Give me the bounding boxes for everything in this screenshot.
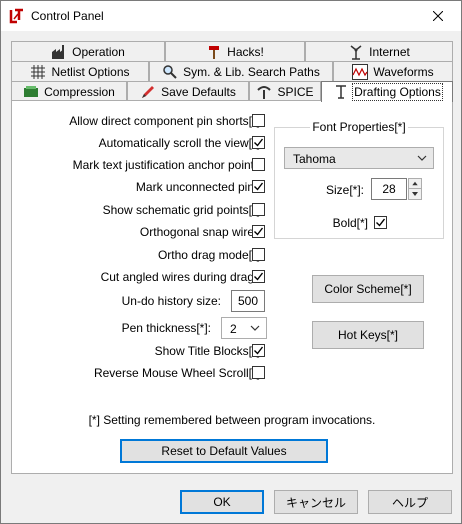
tab-hacks[interactable]: Hacks! — [165, 41, 305, 61]
tab-internet[interactable]: Internet — [305, 41, 453, 61]
waveform-icon — [352, 63, 369, 80]
option-label: Show schematic grid points[*] — [102, 203, 260, 217]
ok-label: OK — [213, 495, 231, 509]
tab-label: Sym. & Lib. Search Paths — [183, 64, 320, 79]
tab-label: Operation — [72, 44, 125, 59]
tab-label: SPICE — [277, 84, 314, 99]
tab-label: Internet — [369, 44, 410, 59]
tab-strip: Operation Hacks! Internet Netlist Option… — [11, 41, 453, 102]
font-size-spinner[interactable] — [408, 178, 422, 200]
option-label: Automatically scroll the view[*] — [98, 136, 260, 150]
reset-defaults-label: Reset to Default Values — [161, 444, 287, 458]
checkbox-reverse-wheel[interactable] — [252, 366, 265, 379]
checkmark-icon — [376, 218, 386, 227]
checkbox-show-grid-points[interactable] — [252, 203, 265, 216]
hot-keys-label: Hot Keys[*] — [337, 328, 399, 342]
option-label: Orthogonal snap wires — [139, 225, 260, 239]
option-label: Mark text justification anchor points — [72, 158, 260, 172]
option-label: Show Title Blocks[*] — [154, 344, 260, 358]
option-label: Cut angled wires during drags — [100, 270, 260, 284]
font-size-label: Size[*]: — [325, 183, 364, 197]
checkbox-auto-scroll[interactable] — [252, 136, 265, 149]
tab-label: Waveforms — [373, 64, 434, 79]
font-family-value: Tahoma — [293, 152, 336, 166]
control-panel-window: Control Panel Operation Hacks! Internet … — [0, 0, 462, 524]
spin-up-icon — [409, 181, 421, 189]
tab-compression[interactable]: Compression — [11, 81, 127, 101]
checkmark-icon — [254, 138, 264, 147]
chevron-down-icon — [250, 325, 260, 331]
undo-history-input[interactable]: 500 — [231, 290, 265, 312]
option-label: Allow direct component pin shorts[*] — [69, 114, 260, 128]
pen-thickness-value: 2 — [230, 322, 237, 336]
pencil-icon — [142, 85, 155, 98]
color-scheme-label: Color Scheme[*] — [324, 282, 412, 296]
help-button[interactable]: ヘルプ — [368, 490, 452, 514]
tab-waveforms[interactable]: Waveforms — [333, 61, 453, 81]
font-properties-title: Font Properties[*] — [310, 120, 408, 134]
close-button[interactable] — [415, 1, 461, 31]
tab-label: Compression — [44, 84, 115, 99]
font-size-value: 28 — [382, 182, 396, 196]
tab-label: Drafting Options — [352, 83, 443, 101]
tab-search-paths[interactable]: Sym. & Lib. Search Paths — [149, 61, 333, 81]
reset-defaults-button[interactable]: Reset to Default Values — [120, 439, 328, 463]
cancel-label: キャンセル — [285, 495, 346, 510]
undo-history-value: 500 — [237, 294, 259, 308]
font-family-select[interactable]: Tahoma — [284, 147, 434, 169]
tab-operation[interactable]: Operation — [11, 41, 165, 61]
tab-drafting-options[interactable]: Drafting Options — [321, 81, 453, 102]
spice-icon — [257, 85, 272, 99]
option-label: Mark unconnected pins — [135, 180, 260, 194]
tab-label: Netlist Options — [51, 64, 130, 79]
checkmark-icon — [254, 346, 264, 355]
undo-history-label: Un-do history size: — [121, 294, 221, 308]
font-properties-group: Font Properties[*] Tahoma Size[*]: 28 Bo… — [274, 120, 444, 239]
antenna-icon — [350, 44, 362, 60]
ltspice-logo-icon — [9, 8, 25, 24]
checkbox-orthogonal-snap[interactable] — [252, 225, 265, 238]
magnifier-icon — [163, 64, 177, 79]
drafting-options-panel: Allow direct component pin shorts[*] Aut… — [11, 100, 453, 474]
cancel-button[interactable]: キャンセル — [274, 490, 358, 514]
compression-icon — [24, 85, 39, 97]
window-title: Control Panel — [31, 9, 104, 23]
checkmark-icon — [254, 272, 264, 281]
checkmark-icon — [254, 227, 264, 236]
chevron-down-icon — [417, 155, 427, 161]
color-scheme-button[interactable]: Color Scheme[*] — [312, 275, 424, 303]
close-icon — [433, 11, 443, 21]
tab-label: Save Defaults — [161, 84, 236, 99]
checkbox-ortho-drag[interactable] — [252, 248, 265, 261]
ok-button[interactable]: OK — [180, 490, 264, 514]
checkbox-cut-angled-wires[interactable] — [252, 270, 265, 283]
checkbox-show-title-blocks[interactable] — [252, 344, 265, 357]
pen-thickness-label: Pen thickness[*]: — [121, 321, 211, 335]
pen-thickness-select[interactable]: 2 — [221, 317, 267, 339]
hammer-icon — [209, 45, 220, 59]
factory-icon — [52, 44, 65, 59]
checkmark-icon — [254, 182, 264, 191]
font-size-input[interactable]: 28 — [371, 178, 407, 200]
tab-spice[interactable]: SPICE — [249, 81, 321, 101]
checkbox-mark-unconnected-pins[interactable] — [252, 180, 265, 193]
drafting-icon — [336, 85, 347, 99]
checkbox-allow-pin-shorts[interactable] — [252, 114, 265, 127]
checkbox-bold[interactable] — [374, 216, 387, 229]
spin-down-icon — [412, 192, 418, 196]
option-label: Reverse Mouse Wheel Scroll[*] — [93, 366, 260, 380]
tab-netlist-options[interactable]: Netlist Options — [11, 61, 149, 81]
title-bar: Control Panel — [1, 1, 461, 31]
hot-keys-button[interactable]: Hot Keys[*] — [312, 321, 424, 349]
help-label: ヘルプ — [391, 495, 428, 510]
grid-icon — [31, 64, 46, 79]
bold-label: Bold[*] — [332, 216, 368, 230]
settings-note: [*] Setting remembered between program i… — [88, 413, 376, 427]
tab-save-defaults[interactable]: Save Defaults — [127, 81, 249, 101]
checkbox-mark-anchor-points[interactable] — [252, 158, 265, 171]
option-label: Ortho drag mode[*] — [157, 248, 260, 262]
tab-label: Hacks! — [227, 44, 264, 59]
